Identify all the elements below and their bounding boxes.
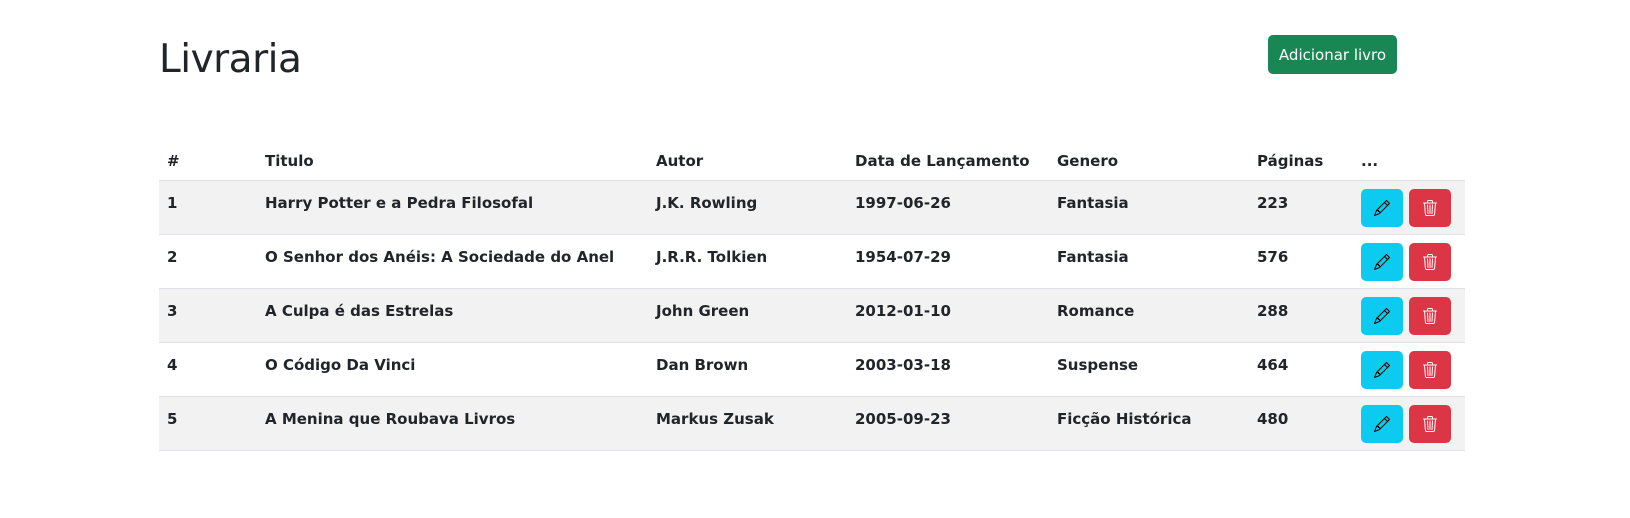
delete-button[interactable] [1409, 243, 1451, 281]
cell-author: John Green [648, 288, 847, 343]
table-row: 3A Culpa é das Estrelas John Green 2012-01… [159, 288, 1465, 343]
edit-button[interactable] [1361, 189, 1403, 227]
cell-id: 2 [159, 234, 257, 289]
delete-button[interactable] [1409, 405, 1451, 443]
trash-icon [1422, 362, 1438, 378]
cell-actions [1353, 288, 1465, 343]
table-body: 1 Harry Potter e a Pedra Filosofal J.K. Ro… [159, 180, 1465, 451]
edit-button[interactable] [1361, 351, 1403, 389]
cell-id: 4 [159, 342, 257, 397]
pencil-icon [1374, 416, 1390, 432]
books-table: # Titulo Autor Data de Lançamento Genero… [159, 141, 1465, 451]
table-header: # Titulo Autor Data de Lançamento Genero… [159, 141, 1465, 181]
column-header-actions: ... [1353, 141, 1465, 181]
table-row: 1 Harry Potter e a Pedra Filosofal J.K. Ro… [159, 180, 1465, 235]
pencil-icon [1374, 254, 1390, 270]
column-header-pages: Páginas [1249, 141, 1353, 181]
table-row: 5A Menina que Roubava Livros Markus Zusak… [159, 396, 1465, 451]
delete-button[interactable] [1409, 351, 1451, 389]
table-row: 4O Código Da Vinci Dan Brown 2003-03-18 Sus… [159, 342, 1465, 397]
edit-button[interactable] [1361, 297, 1403, 335]
cell-actions [1353, 234, 1465, 289]
cell-pages: 288 [1249, 288, 1353, 343]
cell-author: Dan Brown [648, 342, 847, 397]
column-header-release-date: Data de Lançamento [847, 141, 1049, 181]
cell-title: A Menina que Roubava Livros [257, 396, 648, 451]
cell-genre: Fantasia [1049, 180, 1249, 235]
trash-icon [1422, 416, 1438, 432]
cell-genre: Ficção Histórica [1049, 396, 1249, 451]
pencil-icon [1374, 362, 1390, 378]
header-row: # Titulo Autor Data de Lançamento Genero… [159, 141, 1465, 181]
edit-button[interactable] [1361, 243, 1403, 281]
cell-pages: 576 [1249, 234, 1353, 289]
cell-actions [1353, 342, 1465, 397]
cell-id: 3 [159, 288, 257, 343]
cell-title: O Senhor dos Anéis: A Sociedade do Anel [257, 234, 648, 289]
trash-icon [1422, 308, 1438, 324]
column-header-author: Autor [648, 141, 847, 181]
pencil-icon [1374, 308, 1390, 324]
trash-icon [1422, 254, 1438, 270]
column-header-id: # [159, 141, 257, 181]
delete-button[interactable] [1409, 297, 1451, 335]
delete-button[interactable] [1409, 189, 1451, 227]
cell-author: J.K. Rowling [648, 180, 847, 235]
cell-genre: Suspense [1049, 342, 1249, 397]
pencil-icon [1374, 200, 1390, 216]
cell-id: 5 [159, 396, 257, 451]
page-title: Livraria [159, 37, 302, 82]
cell-author: Markus Zusak [648, 396, 847, 451]
add-book-button[interactable]: Adicionar livro [1268, 35, 1397, 74]
page: Livraria Adicionar livro # Titulo Autor … [0, 0, 1630, 518]
cell-author: J.R.R. Tolkien [648, 234, 847, 289]
cell-title: Harry Potter e a Pedra Filosofal [257, 180, 648, 235]
cell-actions [1353, 396, 1465, 451]
cell-genre: Fantasia [1049, 234, 1249, 289]
cell-title: A Culpa é das Estrelas [257, 288, 648, 343]
cell-pages: 223 [1249, 180, 1353, 235]
cell-release-date: 1997-06-26 [847, 180, 1049, 235]
cell-release-date: 2005-09-23 [847, 396, 1049, 451]
trash-icon [1422, 200, 1438, 216]
column-header-genre: Genero [1049, 141, 1249, 181]
cell-release-date: 2012-01-10 [847, 288, 1049, 343]
cell-genre: Romance [1049, 288, 1249, 343]
cell-title: O Código Da Vinci [257, 342, 648, 397]
cell-actions [1353, 180, 1465, 235]
table-row: 2O Senhor dos Anéis: A Sociedade do Anel… [159, 234, 1465, 289]
edit-button[interactable] [1361, 405, 1403, 443]
cell-release-date: 1954-07-29 [847, 234, 1049, 289]
column-header-title: Titulo [257, 141, 648, 181]
cell-pages: 480 [1249, 396, 1353, 451]
cell-id: 1 [159, 180, 257, 235]
cell-pages: 464 [1249, 342, 1353, 397]
cell-release-date: 2003-03-18 [847, 342, 1049, 397]
